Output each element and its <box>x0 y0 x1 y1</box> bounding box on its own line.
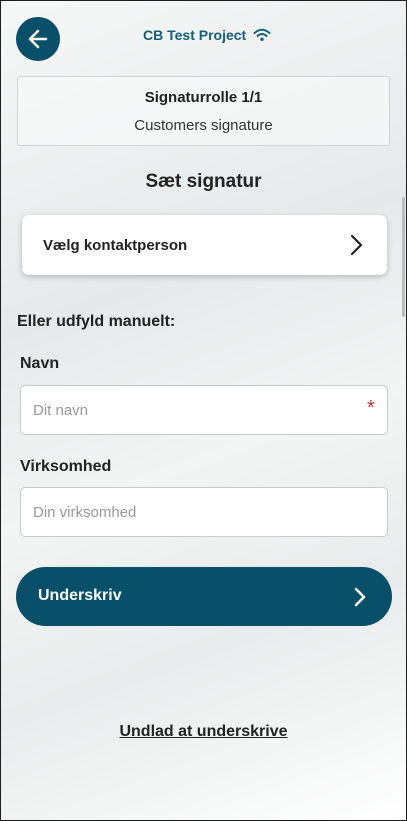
chevron-right-icon <box>354 587 366 607</box>
company-input[interactable] <box>20 487 388 537</box>
app-screen: CB Test Project Signaturrolle 1/1 Custom… <box>0 0 407 821</box>
choose-contact-button[interactable]: Vælg kontaktperson <box>22 215 387 275</box>
arrow-left-icon <box>28 29 48 49</box>
signature-role-title: Signaturrolle 1/1 <box>144 89 263 106</box>
project-title: CB Test Project <box>143 27 247 43</box>
scroll-indicator[interactable] <box>402 197 405 317</box>
project-header: CB Test Project <box>143 27 271 43</box>
name-input[interactable] <box>20 385 388 435</box>
name-label: Navn <box>20 355 60 372</box>
back-button[interactable] <box>16 17 60 61</box>
skip-signature-link[interactable]: Undlad at underskrive <box>1 723 406 741</box>
required-marker: * <box>367 397 375 419</box>
company-label: Virksomhed <box>20 458 112 475</box>
signature-role-subtitle: Customers signature <box>134 117 273 134</box>
choose-contact-label: Vælg kontaktperson <box>43 236 188 254</box>
manual-fill-label: Eller udfyld manuelt: <box>17 313 176 330</box>
chevron-right-icon <box>350 234 363 256</box>
page-title: Sæt signatur <box>145 171 262 192</box>
sign-button-label: Underskriv <box>38 587 122 604</box>
signature-role-box: Signaturrolle 1/1 Customers signature <box>17 76 390 146</box>
wifi-icon <box>253 28 271 41</box>
sign-button[interactable]: Underskriv <box>16 567 392 626</box>
